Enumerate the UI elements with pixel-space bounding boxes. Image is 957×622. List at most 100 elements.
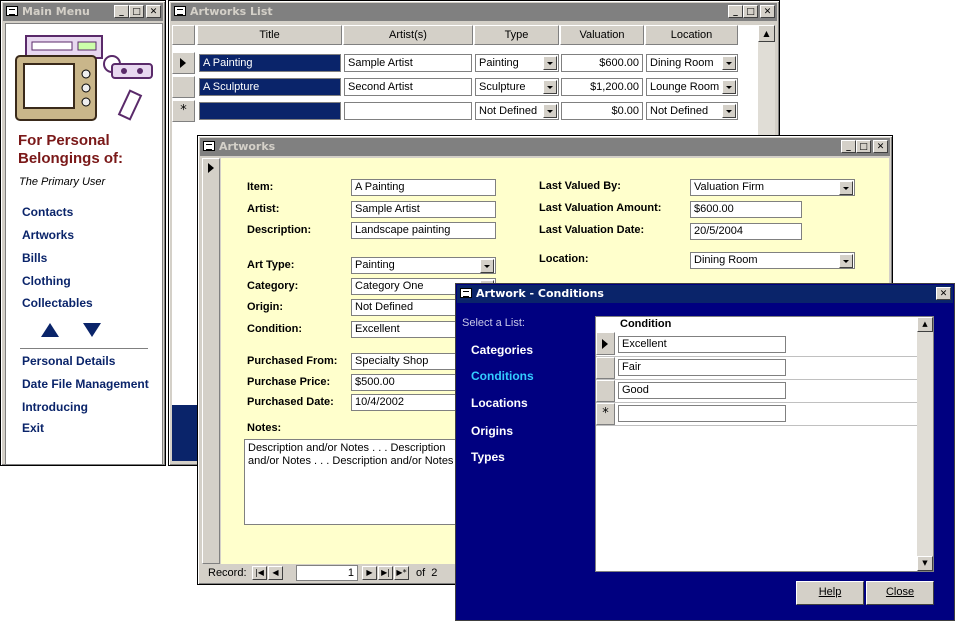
link-exit[interactable]: Exit [22,421,44,435]
artworks-form-titlebar[interactable]: Artworks _ □ ✕ [200,138,890,156]
label-item: Item: [247,181,274,193]
close-button[interactable]: Close [866,581,934,605]
cell-title[interactable] [199,102,341,120]
dropdown-arrow-icon[interactable] [722,56,736,70]
cell-type[interactable]: Painting [475,54,559,72]
field-art-type[interactable]: Painting [351,257,496,274]
dropdown-arrow-icon[interactable] [839,181,853,195]
record-number-field[interactable]: 1 [296,565,358,581]
record-selector-current[interactable] [596,332,615,355]
form-record-selector[interactable] [202,158,220,564]
previous-record-icon[interactable]: ◀ [268,566,283,580]
dropdown-arrow-icon[interactable] [839,254,853,268]
subform-scrollbar[interactable]: ▲ ▼ [917,317,933,571]
nav-contacts[interactable]: Contacts [22,205,73,219]
column-header-title[interactable]: Title [197,25,342,45]
nav-bills[interactable]: Bills [22,251,47,265]
list-origins[interactable]: Origins [471,424,513,438]
list-categories[interactable]: Categories [471,343,533,357]
record-selector[interactable] [596,380,615,402]
window-title: Artworks List [190,5,273,18]
field-artist[interactable]: Sample Artist [351,201,496,218]
scroll-down-arrow-icon[interactable]: ▼ [917,556,933,571]
field-location[interactable]: Dining Room [690,252,855,269]
field-description[interactable]: Landscape painting [351,222,496,239]
scroll-down-icon[interactable] [82,322,102,338]
cell-type[interactable]: Not Defined [475,102,559,120]
condition-item-new[interactable] [618,405,786,422]
cell-location[interactable]: Dining Room [646,54,738,72]
main-menu-titlebar[interactable]: Main Menu _ □ ✕ [3,3,163,21]
close-icon[interactable]: ✕ [936,287,951,300]
dropdown-arrow-icon[interactable] [543,56,557,70]
record-label: Record: [208,567,247,579]
conditions-dialog-titlebar[interactable]: Artwork - Conditions ✕ [457,285,953,303]
dropdown-arrow-icon[interactable] [722,80,736,94]
cell-type[interactable]: Sculpture [475,78,559,96]
help-button[interactable]: Help [796,581,864,605]
field-last-valuation-amount[interactable]: $600.00 [690,201,802,218]
condition-item[interactable]: Fair [618,359,786,376]
scroll-up-arrow-icon[interactable]: ▲ [917,317,933,332]
new-record-icon[interactable]: ▶* [394,566,409,580]
record-selector-new[interactable]: * [596,403,615,425]
field-last-valuation-date[interactable]: 20/5/2004 [690,223,802,240]
field-condition-value: Excellent [355,323,400,335]
cell-valuation[interactable]: $1,200.00 [561,78,643,96]
cell-valuation[interactable]: $600.00 [561,54,643,72]
scroll-up-icon[interactable] [40,322,60,338]
nav-clothing[interactable]: Clothing [22,274,71,288]
list-conditions[interactable]: Conditions [471,369,534,383]
dropdown-arrow-icon[interactable] [480,259,494,273]
scroll-up-arrow-icon[interactable]: ▲ [758,25,775,42]
condition-item[interactable]: Good [618,382,786,399]
maximize-icon[interactable]: □ [856,140,871,153]
field-location-value: Dining Room [694,254,758,266]
column-header-condition[interactable]: Condition [620,318,671,330]
maximize-icon[interactable]: □ [743,5,758,18]
record-selector[interactable] [596,357,615,379]
field-item[interactable]: A Painting [351,179,496,196]
link-personal-details[interactable]: Personal Details [22,354,115,368]
close-icon[interactable]: ✕ [873,140,888,153]
field-last-valued-by[interactable]: Valuation Firm [690,179,855,196]
condition-item[interactable]: Excellent [618,336,786,353]
link-date-file-management[interactable]: Date File Management [22,377,149,391]
record-selector[interactable] [172,76,195,98]
maximize-icon[interactable]: □ [129,5,144,18]
nav-artworks[interactable]: Artworks [22,228,74,242]
list-types[interactable]: Types [471,450,505,464]
last-record-icon[interactable]: ▶| [378,566,393,580]
cell-artist[interactable]: Sample Artist [344,54,472,72]
column-header-valuation[interactable]: Valuation [560,25,644,45]
cell-location-value: Dining Room [650,57,714,69]
minimize-icon[interactable]: _ [841,140,856,153]
cell-valuation[interactable]: $0.00 [561,102,643,120]
first-record-icon[interactable]: |◀ [252,566,267,580]
next-record-icon[interactable]: ▶ [362,566,377,580]
cell-title[interactable]: A Sculpture [199,78,341,96]
cell-type-value: Not Defined [479,105,538,117]
link-introducing[interactable]: Introducing [22,400,88,414]
nav-collectables[interactable]: Collectables [22,296,93,310]
column-header-type[interactable]: Type [474,25,559,45]
list-locations[interactable]: Locations [471,396,528,410]
minimize-icon[interactable]: _ [728,5,743,18]
column-header-location[interactable]: Location [645,25,738,45]
cell-artist[interactable]: Second Artist [344,78,472,96]
column-header-artists[interactable]: Artist(s) [343,25,473,45]
record-selector-current[interactable] [172,52,195,74]
close-icon[interactable]: ✕ [760,5,775,18]
dropdown-arrow-icon[interactable] [543,80,557,94]
field-notes[interactable]: Description and/or Notes . . . Descripti… [244,439,474,525]
minimize-icon[interactable]: _ [114,5,129,18]
cell-location[interactable]: Lounge Room [646,78,738,96]
record-selector-new[interactable]: * [172,100,195,122]
dropdown-arrow-icon[interactable] [543,104,557,118]
cell-artist[interactable] [344,102,472,120]
close-icon[interactable]: ✕ [146,5,161,18]
artworks-list-titlebar[interactable]: Artworks List _ □ ✕ [171,3,777,21]
cell-location[interactable]: Not Defined [646,102,738,120]
dropdown-arrow-icon[interactable] [722,104,736,118]
cell-title[interactable]: A Painting [199,54,341,72]
